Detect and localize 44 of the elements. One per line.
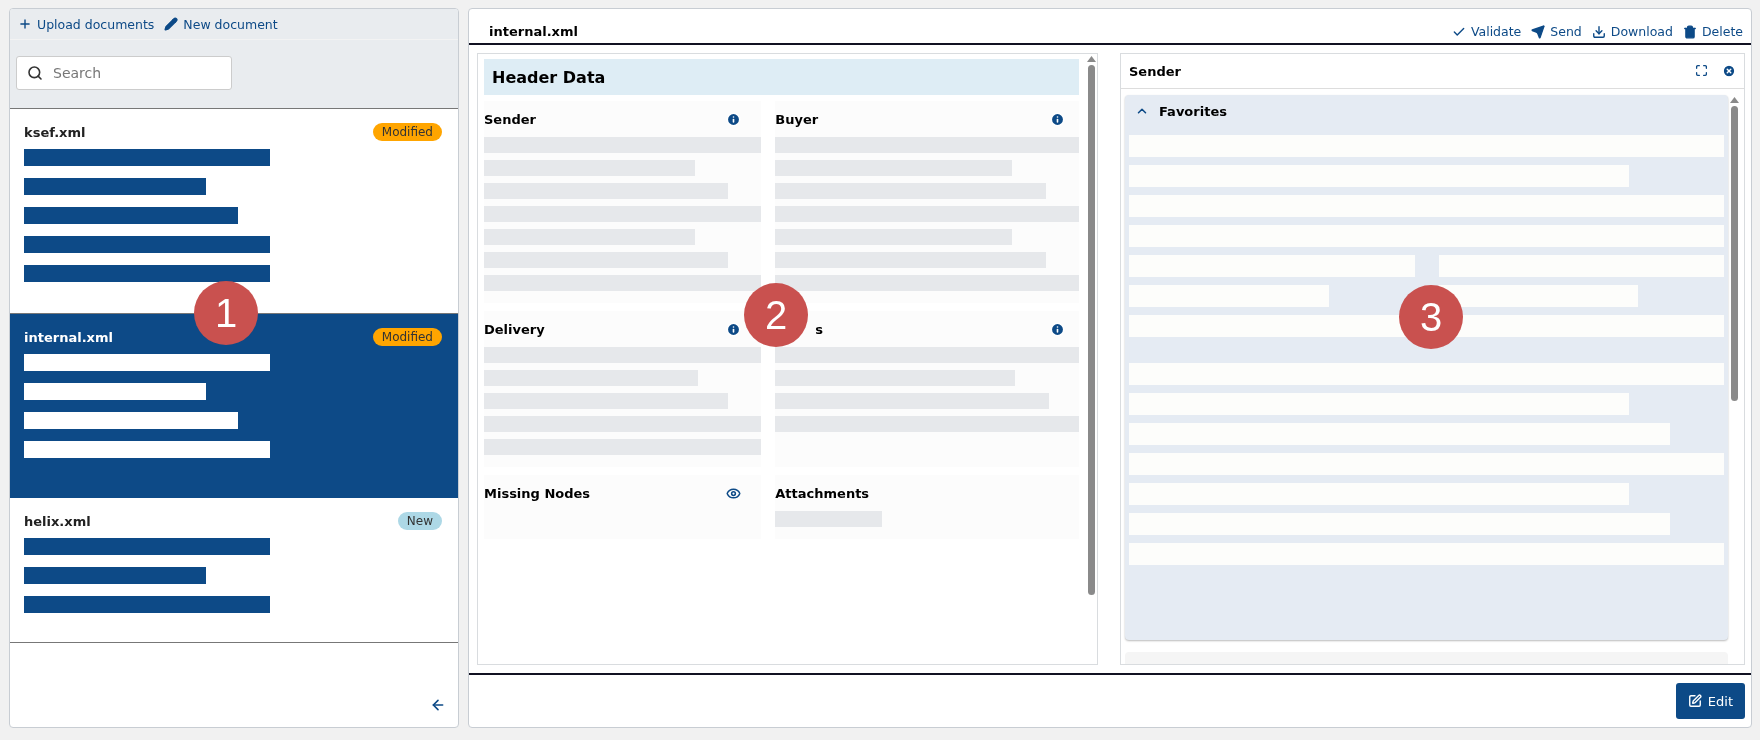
search-field[interactable]: Search: [16, 56, 232, 90]
fullscreen-icon[interactable]: [1695, 64, 1708, 77]
scroll-up-icon[interactable]: [1086, 56, 1096, 62]
collapse-arrow-icon[interactable]: [430, 697, 446, 713]
card-title: Attachments: [775, 485, 870, 501]
edit-icon: [1687, 694, 1702, 708]
detail-title: Sender: [1129, 63, 1181, 79]
group-title: Favorites: [1159, 103, 1227, 119]
toolbar-link[interactable]: Validate: [1451, 24, 1522, 39]
card-title: Missing Nodes: [484, 485, 591, 501]
document-title: internal.xml: [489, 24, 578, 39]
eye-icon: [726, 485, 742, 501]
scrollbar-thumb[interactable]: [1730, 106, 1738, 401]
scroll-up-icon[interactable]: [1729, 97, 1739, 103]
toolbar-link[interactable]: Delete: [1682, 24, 1743, 39]
section-title: Header Data: [484, 59, 1079, 95]
search-icon: [27, 65, 43, 81]
info-icon[interactable]: [1050, 111, 1065, 127]
scrollbar-thumb[interactable]: [1087, 65, 1095, 595]
close-icon[interactable]: [1722, 64, 1736, 78]
pencil-icon: [164, 17, 179, 31]
card-title: Buyer: [775, 111, 819, 127]
document-name: helix.xml: [24, 513, 91, 529]
edit-button[interactable]: Edit: [1675, 683, 1745, 719]
action-link[interactable]: Upload documents: [18, 16, 155, 32]
toolbar-link[interactable]: Send: [1531, 24, 1582, 39]
trash-icon: [1682, 24, 1697, 39]
status-badge: Modified: [372, 123, 442, 141]
card-title: Delivery: [484, 321, 545, 337]
status-badge: Modified: [372, 328, 442, 346]
download-icon: [1591, 24, 1606, 39]
info-icon[interactable]: [1050, 321, 1065, 337]
document-name: ksef.xml: [24, 124, 86, 140]
send-icon: [1531, 24, 1546, 39]
card-title: s: [814, 321, 824, 337]
info-icon[interactable]: [726, 321, 742, 337]
action-link[interactable]: New document: [164, 16, 278, 32]
info-icon[interactable]: [726, 111, 742, 127]
plus-icon: [18, 17, 32, 31]
status-badge: New: [397, 512, 442, 530]
group-header[interactable]: Favorites: [1129, 95, 1724, 127]
card-title: Sender: [484, 111, 536, 127]
toolbar-link[interactable]: Download: [1591, 24, 1673, 39]
document-name: internal.xml: [24, 329, 113, 345]
